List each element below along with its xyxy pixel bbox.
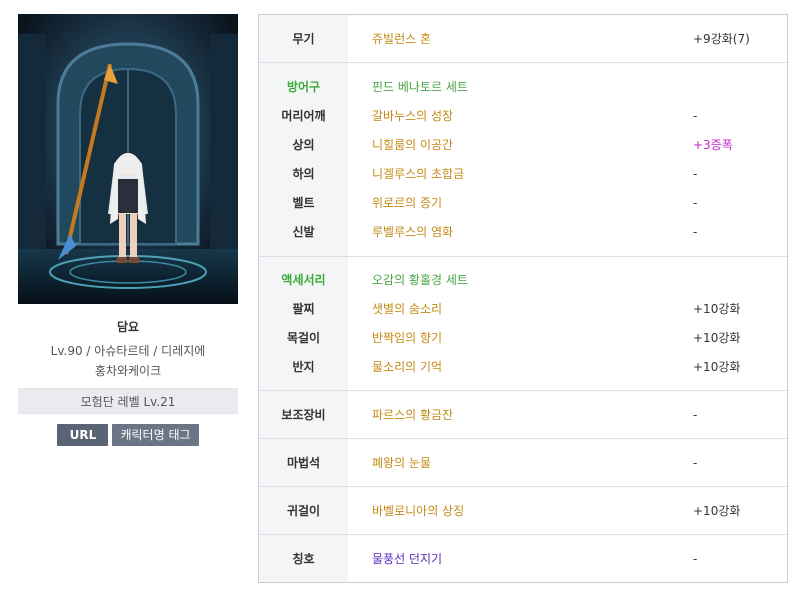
shoes-value: - [693, 225, 698, 239]
earring-row: 귀걸이 바벨로니아의 상징 +10강화 [259, 500, 787, 522]
magicstone-row: 마법석 폐왕의 눈물 - [259, 452, 787, 474]
earring-value: +10강화 [693, 504, 741, 518]
character-name: 담요 [116, 320, 140, 334]
armor-set-name[interactable]: 핀드 베나토르 세트 [372, 76, 468, 98]
divider [259, 256, 787, 257]
bracelet-label: 팔찌 [292, 302, 315, 316]
earring-name[interactable]: 바벨로니아의 상징 [372, 500, 464, 522]
armor-row-top: 상의 니힐룸의 이공간 +3증폭 [259, 134, 787, 156]
url-button[interactable]: URL [57, 424, 109, 446]
character-level-server-class: Lv.90 / 아슈타르테 / 디레지에 [50, 344, 206, 358]
top-label: 상의 [292, 138, 315, 152]
character-tag-button[interactable]: 캐릭터명 태그 [112, 424, 199, 446]
accessory-label: 액세서리 [281, 273, 326, 287]
ring-value: +10강화 [693, 360, 741, 374]
armor-row-head: 머리어깨 갈바누스의 성장 - [259, 105, 787, 127]
adventure-name: 홍차와케이크 [94, 364, 162, 378]
subweapon-value: - [693, 408, 698, 422]
magicstone-label: 마법석 [286, 456, 321, 470]
magicstone-value: - [693, 456, 698, 470]
subweapon-row: 보조장비 파르스의 황금잔 - [259, 404, 787, 426]
character-panel: 담요 Lv.90 / 아슈타르테 / 디레지에 홍차와케이크 모험단 레벨 Lv… [18, 14, 238, 446]
title-name[interactable]: 물풍선 던지기 [372, 548, 442, 570]
armor-label: 방어구 [286, 80, 321, 94]
armor-set-row: 방어구 핀드 베나토르 세트 [259, 76, 787, 98]
divider [259, 438, 787, 439]
armor-row-belt: 벨트 위로르의 증기 - [259, 192, 787, 214]
title-row: 칭호 물풍선 던지기 - [259, 548, 787, 570]
character-portrait [18, 14, 238, 304]
equipment-table: 무기 쥬빌런스 혼 +9강화(7) 방어구 핀드 베나토르 세트 머리어깨 갈바… [258, 14, 788, 583]
bottom-name[interactable]: 니겔루스의 초합금 [372, 163, 464, 185]
shoes-label: 신발 [292, 225, 315, 239]
subweapon-label: 보조장비 [281, 408, 326, 422]
armor-row-bottom: 하의 니겔루스의 초합금 - [259, 163, 787, 185]
weapon-value: +9강화(7) [693, 32, 750, 46]
necklace-name[interactable]: 반짝임의 향기 [372, 327, 442, 349]
weapon-row: 무기 쥬빌런스 혼 +9강화(7) [259, 28, 787, 50]
accessory-row-ring: 반지 물소리의 기억 +10강화 [259, 356, 787, 378]
accessory-row-bracelet: 팔찌 샛별의 숨소리 +10강화 [259, 298, 787, 320]
character-info: Lv.90 / 아슈타르테 / 디레지에 홍차와케이크 [18, 341, 238, 381]
armor-row-shoes: 신발 루벨루스의 염화 - [259, 221, 787, 243]
head-name[interactable]: 갈바누스의 성장 [372, 105, 453, 127]
bracelet-value: +10강화 [693, 302, 741, 316]
divider [259, 534, 787, 535]
ring-name[interactable]: 물소리의 기억 [372, 356, 442, 378]
button-group: URL 캐릭터명 태그 [18, 424, 238, 446]
belt-name[interactable]: 위로르의 증기 [372, 192, 442, 214]
title-value: - [693, 552, 698, 566]
necklace-value: +10강화 [693, 331, 741, 345]
top-name[interactable]: 니힐룸의 이공간 [372, 134, 453, 156]
title-label: 칭호 [292, 552, 315, 566]
head-label: 머리어깨 [281, 109, 326, 123]
accessory-row-necklace: 목걸이 반짝임의 향기 +10강화 [259, 327, 787, 349]
top-value: +3증폭 [693, 138, 733, 152]
belt-label: 벨트 [292, 196, 315, 210]
weapon-label: 무기 [292, 32, 315, 46]
shoes-name[interactable]: 루벨루스의 염화 [372, 221, 453, 243]
accessory-set-name[interactable]: 오감의 황홀경 세트 [372, 269, 468, 291]
accessory-set-row: 액세서리 오감의 황홀경 세트 [259, 269, 787, 291]
divider [259, 486, 787, 487]
bottom-value: - [693, 167, 698, 181]
earring-label: 귀걸이 [286, 504, 321, 518]
adventure-level: 모험단 레벨 Lv.21 [18, 388, 238, 414]
ring-label: 반지 [292, 360, 315, 374]
bottom-label: 하의 [292, 167, 315, 181]
divider [259, 62, 787, 63]
subweapon-name[interactable]: 파르스의 황금잔 [372, 404, 453, 426]
belt-value: - [693, 196, 698, 210]
bracelet-name[interactable]: 샛별의 숨소리 [372, 298, 442, 320]
weapon-name[interactable]: 쥬빌런스 혼 [372, 28, 431, 50]
necklace-label: 목걸이 [286, 331, 321, 345]
magicstone-name[interactable]: 폐왕의 눈물 [372, 452, 431, 474]
head-value: - [693, 109, 698, 123]
divider [259, 390, 787, 391]
